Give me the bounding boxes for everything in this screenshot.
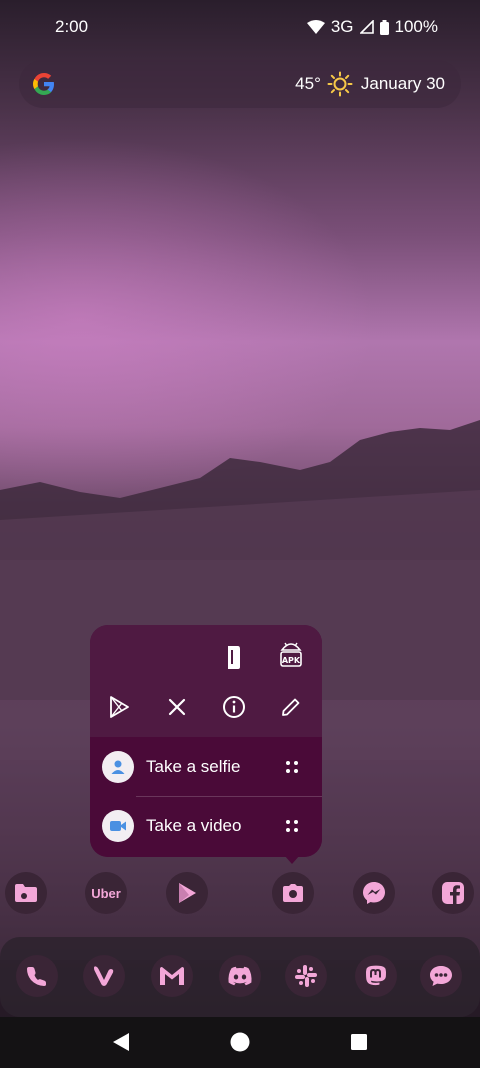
svg-text:APK: APK [282,656,301,665]
app-shortcut-popup: APK Take a selfie Take a video [90,625,322,857]
discord-app-icon[interactable] [219,955,261,997]
wallpaper [0,420,480,960]
play-store-app-icon[interactable] [166,872,208,914]
person-icon [102,751,134,783]
shortcut-label: Take a video [146,816,242,835]
mastodon-app-icon[interactable] [355,955,397,997]
search-widget[interactable]: 45° January 30 [19,60,461,108]
recents-icon[interactable] [348,1031,370,1053]
files-app-icon[interactable] [5,872,47,914]
slack-app-icon[interactable] [285,955,327,997]
status-icons: 3G 100% [306,17,438,37]
gmail-app-icon[interactable] [151,955,193,997]
camera-app-icon[interactable] [272,872,314,914]
google-icon[interactable] [29,69,59,99]
shortcut-take-video[interactable]: Take a video [90,797,322,855]
signal-icon [359,20,374,34]
home-icon[interactable] [229,1031,251,1053]
messages-app-icon[interactable] [420,955,462,997]
vivaldi-app-icon[interactable] [83,955,125,997]
battery-icon [379,19,389,35]
phone-app-icon[interactable] [16,955,58,997]
wallet-widget-icon[interactable] [218,641,250,673]
facebook-app-icon[interactable] [432,872,474,914]
temperature[interactable]: 45° [295,74,321,94]
back-icon[interactable] [110,1031,132,1053]
drag-handle-icon[interactable] [284,759,300,775]
popup-actions-area: APK [90,625,322,737]
sun-icon [327,71,353,97]
popup-pointer [284,855,300,864]
info-icon[interactable] [218,691,250,723]
messenger-app-icon[interactable] [353,872,395,914]
wifi-icon [306,20,325,34]
status-bar: 2:00 3G 100% [0,0,480,54]
shortcut-take-selfie[interactable]: Take a selfie [90,738,322,796]
edit-icon[interactable] [275,691,307,723]
uber-app-icon[interactable]: Uber [85,872,127,914]
play-store-icon[interactable] [103,691,135,723]
shortcut-label: Take a selfie [146,757,241,776]
clock: 2:00 [55,17,89,36]
apk-widget-icon[interactable]: APK [275,639,307,671]
network-type: 3G [330,17,354,36]
date-label[interactable]: January 30 [361,74,445,94]
uber-logo-text: Uber [91,885,121,901]
close-icon[interactable] [161,691,193,723]
battery-percentage: 100% [394,17,438,36]
video-camera-icon [102,810,134,842]
drag-handle-icon[interactable] [284,818,300,834]
